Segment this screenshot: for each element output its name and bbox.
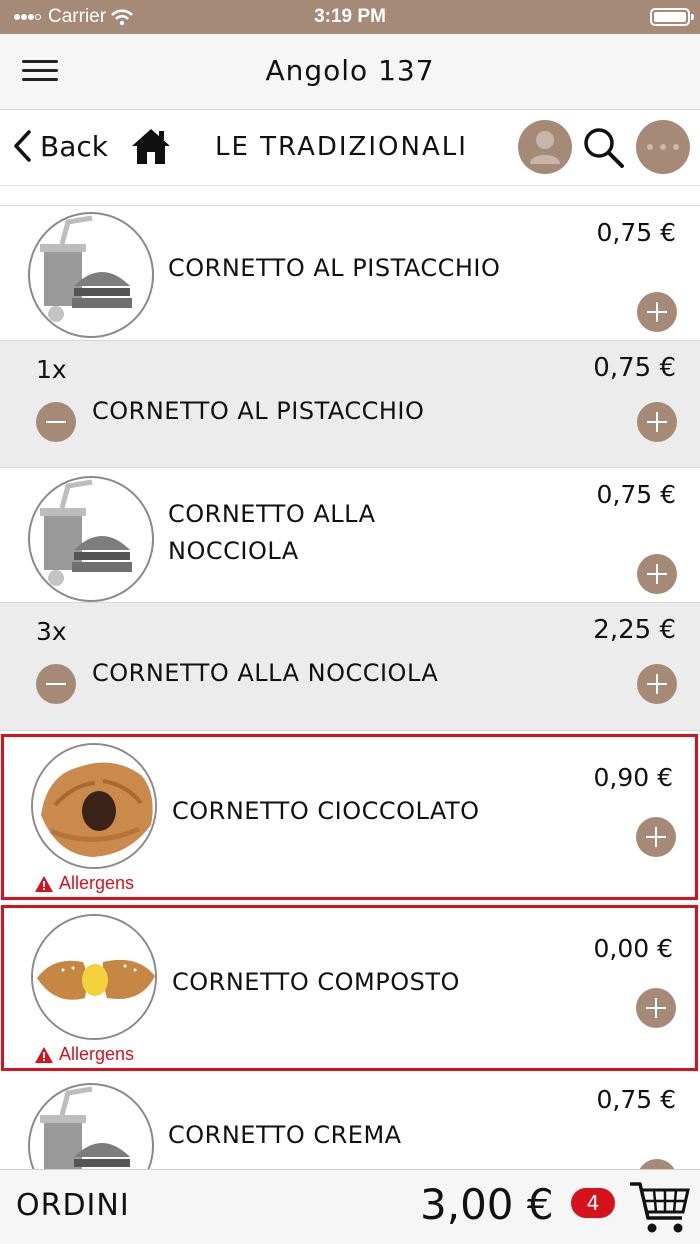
user-icon <box>530 131 560 164</box>
add-button[interactable] <box>637 402 677 442</box>
product-name: CORNETTO ALLA NOCCIOLA <box>168 500 376 565</box>
placeholder-food-icon <box>28 212 154 338</box>
cart-line-price: 0,75 € <box>593 353 676 383</box>
remove-button[interactable] <box>36 402 76 442</box>
product-price: 0,00 € <box>593 934 673 963</box>
product-list[interactable]: CORNETTO AL PISTACCHIO 0,75 € 1x 0,75 € … <box>0 186 700 1169</box>
more-options-button[interactable] <box>636 120 690 174</box>
product-name: CORNETTO CIOCCOLATO <box>172 797 480 825</box>
remove-button[interactable] <box>36 664 76 704</box>
cart-line-price: 2,25 € <box>593 615 676 645</box>
cart-line: 3x 2,25 € CORNETTO ALLA NOCCIOLA <box>0 603 700 731</box>
category-nav: Back LE TRADIZIONALI <box>0 110 700 186</box>
order-total: 3,00 € <box>420 1180 554 1229</box>
back-button[interactable]: Back <box>12 126 108 166</box>
product-row[interactable]: CORNETTO AL PISTACCHIO 0,75 € <box>0 206 700 341</box>
chevron-left-icon <box>14 130 31 162</box>
product-row-previous[interactable] <box>0 186 700 206</box>
product-price: 0,90 € <box>593 763 673 792</box>
warning-icon <box>35 875 53 892</box>
product-price: 0,75 € <box>596 218 676 247</box>
add-button[interactable] <box>637 1159 677 1169</box>
warning-icon <box>35 1046 53 1063</box>
product-row[interactable]: CORNETTO CREMA 0,75 € <box>0 1075 700 1169</box>
more-dots-icon <box>647 144 679 150</box>
status-bar: Carrier 3:19 PM <box>0 0 700 34</box>
cart-line-name: CORNETTO ALLA NOCCIOLA <box>92 659 439 687</box>
battery-icon <box>650 8 694 26</box>
user-account-button[interactable] <box>518 120 572 174</box>
clock: 3:19 PM <box>314 6 386 27</box>
add-button[interactable] <box>636 817 676 857</box>
title-bar: Angolo 137 <box>0 34 700 110</box>
add-button[interactable] <box>637 292 677 332</box>
allergens-link[interactable]: Allergens <box>34 873 134 894</box>
search-icon[interactable] <box>580 124 626 170</box>
shopping-cart-icon[interactable] <box>628 1178 692 1236</box>
home-icon[interactable] <box>130 126 172 166</box>
product-row-allergen[interactable]: CORNETTO COMPOSTO 0,00 € Allergens <box>1 905 698 1071</box>
product-name: CORNETTO COMPOSTO <box>172 968 460 996</box>
product-name: CORNETTO CREMA <box>168 1121 402 1149</box>
category-title: LE TRADIZIONALI <box>215 132 468 162</box>
cart-quantity: 3x <box>36 617 67 646</box>
cart-count-badge: 4 <box>571 1188 615 1218</box>
add-button[interactable] <box>637 664 677 704</box>
add-button[interactable] <box>637 554 677 594</box>
cart-quantity: 1x <box>36 355 67 384</box>
product-row-allergen[interactable]: CORNETTO CIOCCOLATO 0,90 € Allergens <box>1 734 698 900</box>
product-price: 0,75 € <box>596 480 676 509</box>
allergens-link[interactable]: Allergens <box>34 1044 134 1065</box>
allergens-label: Allergens <box>59 1044 135 1064</box>
chocolate-croissant-photo <box>31 743 157 869</box>
placeholder-food-icon <box>28 1083 154 1169</box>
product-price: 0,75 € <box>596 1085 676 1114</box>
order-bar[interactable]: ORDINI 3,00 € 4 <box>0 1169 700 1244</box>
filled-croissant-photo <box>31 914 157 1040</box>
cart-line-name: CORNETTO AL PISTACCHIO <box>92 397 425 425</box>
back-label: Back <box>40 129 108 163</box>
allergens-label: Allergens <box>59 873 135 893</box>
cart-line: 1x 0,75 € CORNETTO AL PISTACCHIO <box>0 341 700 468</box>
placeholder-food-icon <box>28 476 154 602</box>
product-row[interactable]: CORNETTO ALLA NOCCIOLA 0,75 € <box>0 468 700 603</box>
orders-label: ORDINI <box>16 1188 130 1223</box>
add-button[interactable] <box>636 988 676 1028</box>
product-name: CORNETTO AL PISTACCHIO <box>168 254 501 282</box>
page-title: Angolo 137 <box>265 54 435 87</box>
